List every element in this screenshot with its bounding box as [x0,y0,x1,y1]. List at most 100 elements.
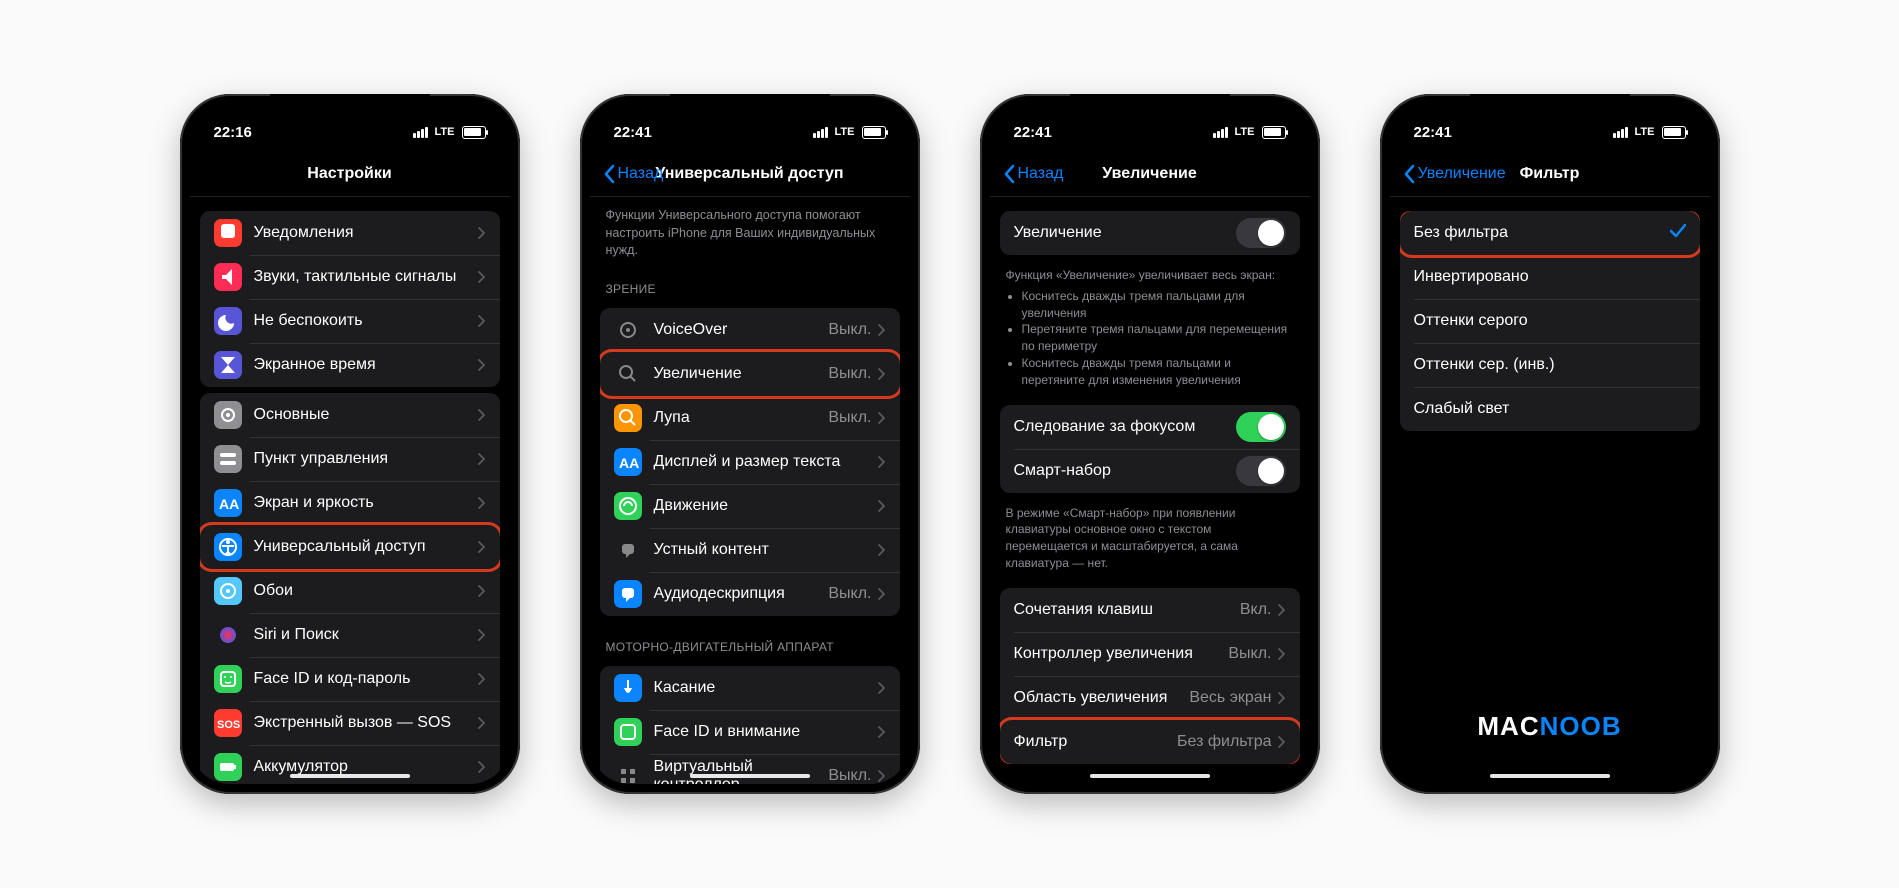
settings-row[interactable]: УвеличениеВыкл. [600,352,900,396]
settings-row[interactable]: ФильтрБез фильтра [1000,720,1300,764]
logo-part-b: NOOB [1540,711,1622,741]
nav-title: Настройки [307,165,391,183]
chevron-right-icon [478,315,486,327]
back-label: Назад [1018,165,1064,183]
row-label: Увеличение [1014,224,1236,242]
row-label: Контроллер увеличения [1014,645,1229,663]
row-label: Следование за фокусом [1014,418,1236,436]
network-label: LTE [835,126,855,138]
row-value: Выкл. [828,365,871,383]
row-label: Фильтр [1014,733,1178,751]
chevron-right-icon [478,761,486,773]
settings-row[interactable]: Касание [600,666,900,710]
row-label: Основные [254,406,478,424]
nav-title: Увеличение [1102,165,1196,183]
settings-row[interactable]: AAЭкран и яркость [200,481,500,525]
back-button[interactable]: Увеличение [1402,164,1506,184]
row-icon [214,577,242,605]
row-icon: AA [214,489,242,517]
row-icon [614,492,642,520]
chevron-right-icon [1278,648,1286,660]
settings-row[interactable]: Аккумулятор [200,745,500,784]
settings-row[interactable]: Экранное время [200,343,500,387]
settings-row[interactable]: ЛупаВыкл. [600,396,900,440]
row-value: Вкл. [1240,601,1272,619]
zoom-toggle-row[interactable]: Увеличение [1000,211,1300,255]
notch [270,94,430,122]
row-label: Область увеличения [1014,689,1190,707]
row-label: Экранное время [254,356,478,374]
network-label: LTE [1635,126,1655,138]
settings-row[interactable]: Обои [200,569,500,613]
home-indicator[interactable] [290,774,410,778]
row-value: Выкл. [828,409,871,427]
follow-focus-row[interactable]: Следование за фокусом [1000,405,1300,449]
home-indicator[interactable] [1490,774,1610,778]
filter-option-row[interactable]: Оттенки сер. (инв.) [1400,343,1700,387]
chevron-right-icon [478,227,486,239]
back-button[interactable]: Назад [1002,164,1064,184]
settings-row[interactable]: Siri и Поиск [200,613,500,657]
smart-typing-row[interactable]: Смарт-набор [1000,449,1300,493]
settings-row[interactable]: Виртуальный контроллерВыкл. [600,754,900,785]
status-time: 22:41 [1014,124,1052,141]
filter-option-row[interactable]: Оттенки серого [1400,299,1700,343]
row-label: Аудиодескрипция [654,585,829,603]
notch [1470,94,1630,122]
row-value: Весь экран [1189,689,1271,707]
filter-option-row[interactable]: Без фильтра [1400,211,1700,255]
home-indicator[interactable] [1090,774,1210,778]
home-indicator[interactable] [690,774,810,778]
settings-row[interactable]: Не беспокоить [200,299,500,343]
settings-row[interactable]: Звуки, тактильные сигналы [200,255,500,299]
row-icon [614,360,642,388]
settings-row[interactable]: Универсальный доступ [200,525,500,569]
row-icon: AA [614,448,642,476]
row-icon [614,580,642,608]
zoom-toggle[interactable] [1236,218,1286,248]
logo-part-a: MAC [1477,711,1539,741]
chevron-right-icon [478,629,486,641]
zoom-footer-bullet: Перетяните тремя пальцами для перемещени… [1022,321,1294,355]
signal-icon [413,127,428,138]
settings-row[interactable]: Сочетания клавишВкл. [1000,588,1300,632]
settings-row[interactable]: Устный контент [600,528,900,572]
settings-row[interactable]: Face ID и код-пароль [200,657,500,701]
settings-row[interactable]: SOSЭкстренный вызов — SOS [200,701,500,745]
row-icon [214,621,242,649]
settings-row[interactable]: АудиодескрипцияВыкл. [600,572,900,616]
settings-row[interactable]: Область увеличенияВесь экран [1000,676,1300,720]
network-label: LTE [1235,126,1255,138]
smart-typing-toggle[interactable] [1236,456,1286,486]
back-button[interactable]: Назад [602,164,664,184]
row-label: Face ID и внимание [654,723,878,741]
settings-row[interactable]: Face ID и внимание [600,710,900,754]
row-label: Движение [654,497,878,515]
signal-icon [1213,127,1228,138]
settings-row[interactable]: Контроллер увеличенияВыкл. [1000,632,1300,676]
settings-row[interactable]: AAДисплей и размер текста [600,440,900,484]
row-value: Без фильтра [1177,733,1271,751]
settings-row[interactable]: Основные [200,393,500,437]
settings-row[interactable]: Движение [600,484,900,528]
filter-option-row[interactable]: Слабый свет [1400,387,1700,431]
chevron-right-icon [878,500,886,512]
chevron-right-icon [878,770,886,782]
follow-focus-toggle[interactable] [1236,412,1286,442]
signal-icon [813,127,828,138]
phone-zoom: 22:41 LTE Назад Увеличение Увеличение [980,94,1320,794]
row-label: Виртуальный контроллер [654,758,829,785]
zoom-footer-title: Функция «Увеличение» увеличивает весь эк… [1006,267,1294,284]
settings-row[interactable]: VoiceOverВыкл. [600,308,900,352]
section-header-motor: МОТОРНО-ДВИГАТЕЛЬНЫЙ АППАРАТ [590,622,910,660]
settings-row[interactable]: Пункт управления [200,437,500,481]
watermark-logo: MACNOOB [1390,711,1710,742]
chevron-right-icon [478,453,486,465]
row-label: Устный контент [654,541,878,559]
chevron-right-icon [878,456,886,468]
row-icon [614,536,642,564]
chevron-right-icon [478,541,486,553]
settings-row[interactable]: Уведомления [200,211,500,255]
chevron-right-icon [478,585,486,597]
filter-option-row[interactable]: Инвертировано [1400,255,1700,299]
